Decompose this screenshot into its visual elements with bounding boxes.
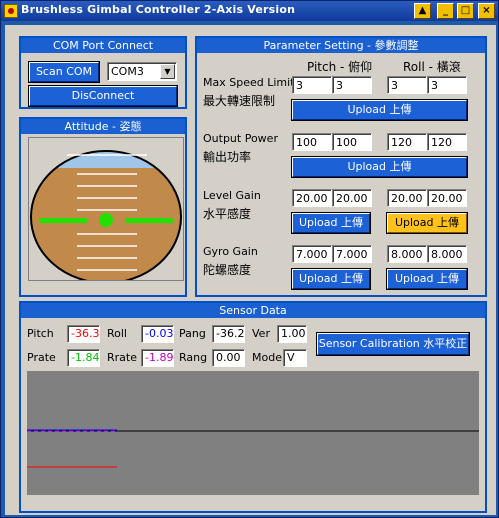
- pitch-readout-label: Pitch: [27, 327, 54, 340]
- ver-readout: 1.00: [277, 325, 307, 343]
- mode-readout: V: [283, 349, 307, 367]
- pitch-readout: -36.37: [67, 325, 100, 343]
- com-port-selected: COM3: [111, 65, 144, 78]
- level-gain-roll-1[interactable]: [387, 189, 427, 207]
- level-gain-label-zh: 水平感度: [203, 207, 252, 221]
- parameter-group: Parameter Setting - 參數調整 Pitch - 俯仰 Roll…: [195, 36, 487, 297]
- max-speed-pitch-1[interactable]: [292, 76, 332, 94]
- main-window: Brushless Gimbal Controller 2-Axis Versi…: [0, 0, 499, 518]
- com-port-select[interactable]: COM3 ▼: [107, 62, 177, 81]
- chevron-down-icon[interactable]: ▼: [160, 64, 175, 79]
- maximize-button[interactable]: □: [457, 3, 474, 19]
- gyro-gain-roll-1[interactable]: [387, 245, 427, 263]
- output-power-roll-1[interactable]: [387, 133, 427, 151]
- gyro-gain-pitch-1[interactable]: [292, 245, 332, 263]
- rang-readout: 0.00: [212, 349, 245, 367]
- max-speed-roll-1[interactable]: [387, 76, 427, 94]
- com-port-group: COM Port Connect Scan COM COM3 ▼ DisConn…: [19, 36, 187, 109]
- level-gain-roll-2[interactable]: [427, 189, 467, 207]
- com-port-header: COM Port Connect: [21, 38, 185, 53]
- window-title: Brushless Gimbal Controller 2-Axis Versi…: [21, 3, 296, 16]
- attitude-group: Attitude - 姿態: [19, 117, 187, 297]
- artificial-horizon: [28, 137, 184, 284]
- max-speed-label-zh: 最大轉速限制: [203, 94, 276, 108]
- gyro-gain-label-zh: 陀螺感度: [203, 263, 252, 277]
- title-bar[interactable]: Brushless Gimbal Controller 2-Axis Versi…: [1, 1, 498, 21]
- sensor-group: Sensor Data Pitch -36.37 Roll -0.03 Pang…: [19, 301, 487, 513]
- output-power-pitch-1[interactable]: [292, 133, 332, 151]
- gyro-gain-label: Gyro Gain: [203, 245, 258, 258]
- sensor-header: Sensor Data: [21, 303, 485, 318]
- level-gain-pitch-1[interactable]: [292, 189, 332, 207]
- level-gain-roll-upload-button[interactable]: Upload 上傳: [386, 212, 468, 234]
- sensor-plot-graphic: [27, 429, 479, 468]
- max-speed-pitch-2[interactable]: [332, 76, 372, 94]
- level-gain-label: Level Gain: [203, 189, 261, 202]
- client-area: COM Port Connect Scan COM COM3 ▼ DisConn…: [5, 25, 496, 515]
- max-speed-label: Max Speed Limit: [203, 76, 295, 89]
- gyro-gain-pitch-upload-button[interactable]: Upload 上傳: [291, 268, 371, 290]
- gyro-gain-roll-2[interactable]: [427, 245, 467, 263]
- gyro-gain-pitch-2[interactable]: [332, 245, 372, 263]
- output-power-pitch-2[interactable]: [332, 133, 372, 151]
- parameter-header: Parameter Setting - 參數調整: [197, 38, 485, 53]
- roll-readout-label: Roll: [107, 327, 127, 340]
- output-power-label: Output Power: [203, 132, 278, 145]
- close-button[interactable]: ×: [478, 3, 495, 19]
- pang-readout: -36.25: [212, 325, 245, 343]
- pitch-column-label: Pitch - 俯仰: [307, 60, 373, 74]
- minimize-button[interactable]: _: [437, 3, 454, 19]
- disconnect-button[interactable]: DisConnect: [28, 85, 178, 107]
- rollup-button[interactable]: ▲: [414, 3, 431, 19]
- app-icon: [4, 4, 18, 18]
- output-power-roll-2[interactable]: [427, 133, 467, 151]
- level-gain-pitch-2[interactable]: [332, 189, 372, 207]
- sensor-plot: [27, 371, 479, 495]
- rrate-readout-label: Rrate: [107, 351, 137, 364]
- scan-com-button[interactable]: Scan COM: [28, 61, 100, 83]
- ver-readout-label: Ver: [252, 327, 270, 340]
- sensor-calibration-button[interactable]: Sensor Calibration 水平校正: [316, 332, 470, 356]
- output-power-upload-button[interactable]: Upload 上傳: [291, 156, 468, 178]
- mode-readout-label: Mode: [252, 351, 282, 364]
- pang-readout-label: Pang: [179, 327, 206, 340]
- rang-readout-label: Rang: [179, 351, 208, 364]
- prate-readout-label: Prate: [27, 351, 56, 364]
- rrate-readout: -1.89: [141, 349, 174, 367]
- output-power-label-zh: 輸出功率: [203, 150, 252, 164]
- attitude-header: Attitude - 姿態: [21, 119, 185, 134]
- level-gain-pitch-upload-button[interactable]: Upload 上傳: [291, 212, 371, 234]
- horizon-graphic: [30, 150, 182, 284]
- gyro-gain-roll-upload-button[interactable]: Upload 上傳: [386, 268, 468, 290]
- roll-readout: -0.03: [141, 325, 174, 343]
- prate-readout: -1.84: [67, 349, 100, 367]
- max-speed-upload-button[interactable]: Upload 上傳: [291, 99, 468, 121]
- roll-column-label: Roll - 橫滾: [403, 60, 461, 74]
- max-speed-roll-2[interactable]: [427, 76, 467, 94]
